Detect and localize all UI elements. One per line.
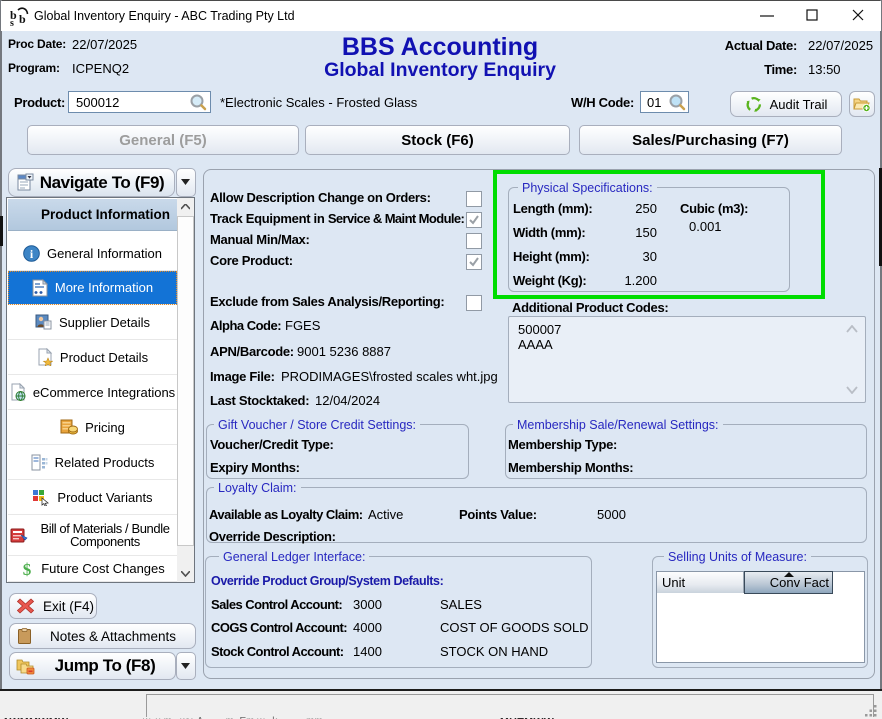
svg-text:$: $ bbox=[23, 560, 32, 578]
svg-text:b: b bbox=[19, 12, 26, 26]
svg-text:s: s bbox=[10, 18, 14, 26]
